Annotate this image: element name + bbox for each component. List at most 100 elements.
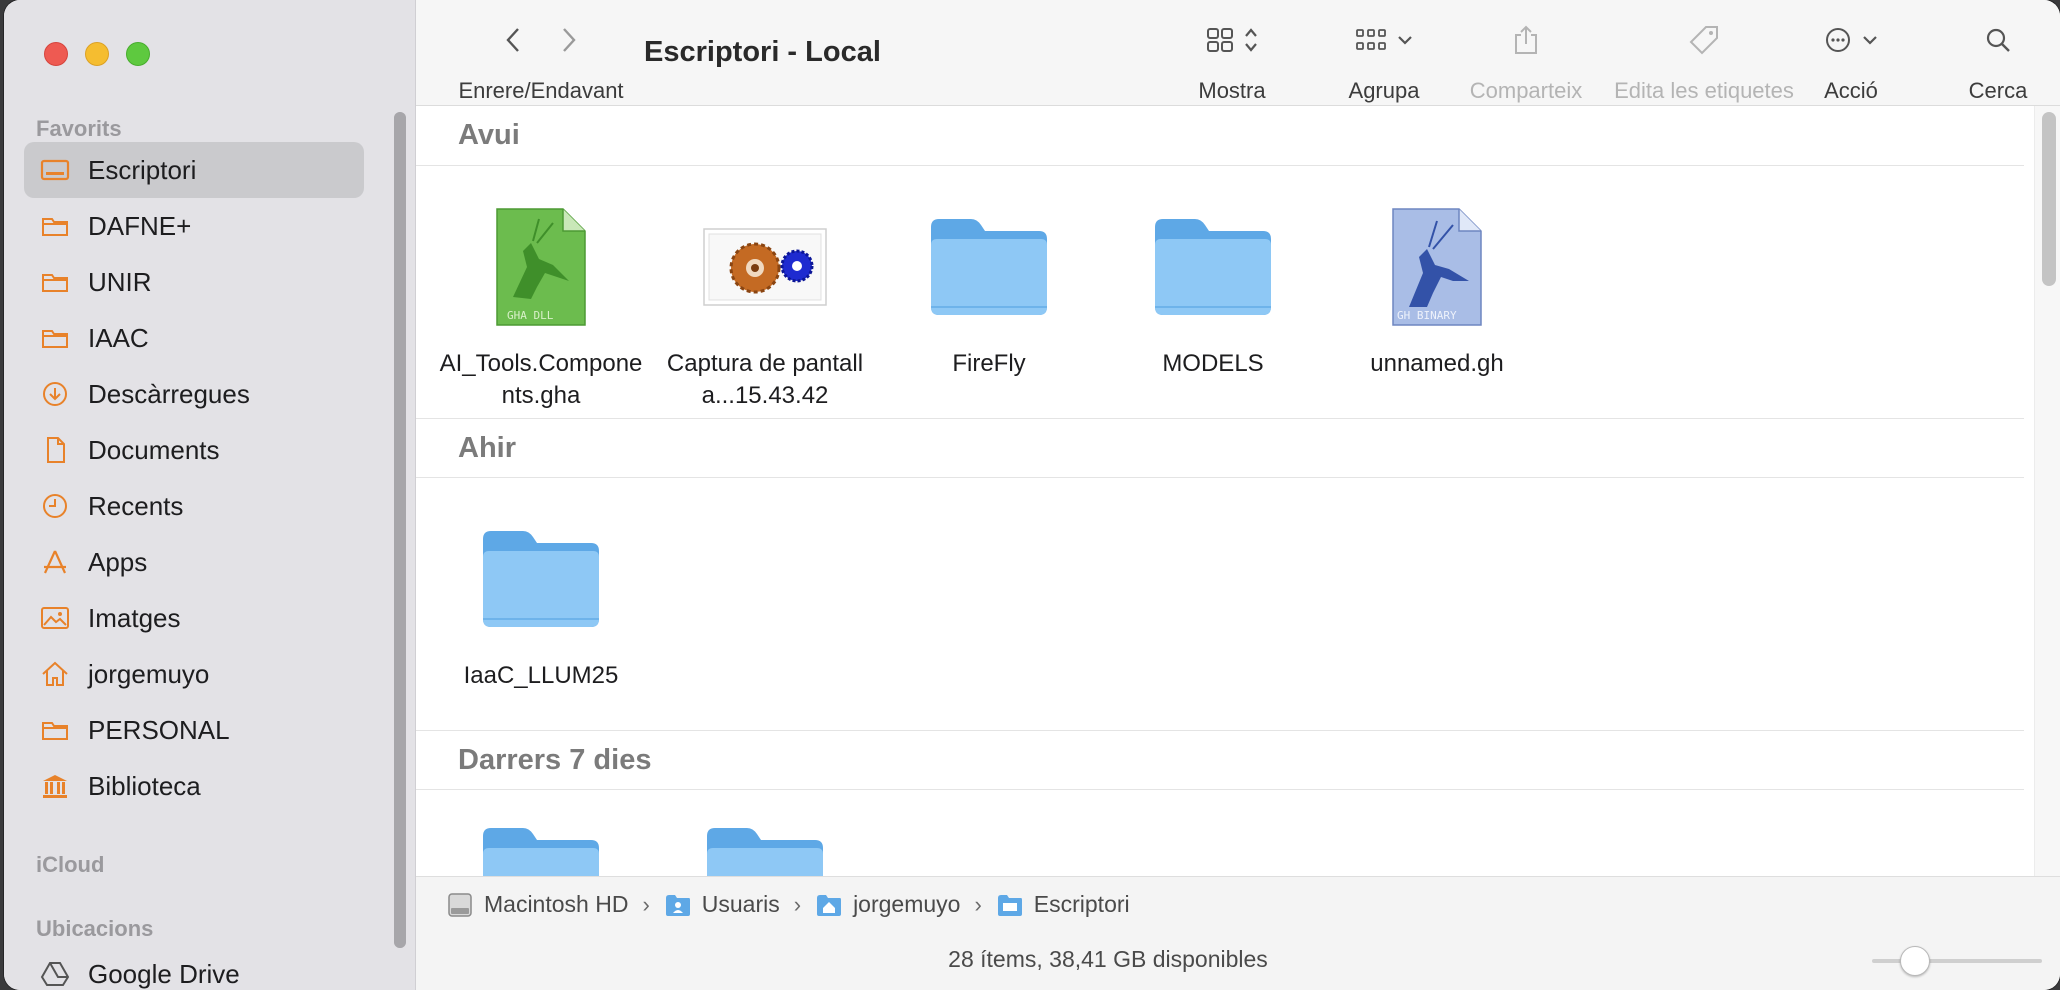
- file-item[interactable]: [660, 824, 870, 876]
- content-scrollbar-thumb[interactable]: [2042, 112, 2056, 286]
- share-button[interactable]: Comparteix: [1446, 16, 1606, 104]
- sidebar-item-library[interactable]: Biblioteca: [24, 758, 364, 814]
- chevron-down-icon: [1863, 36, 1877, 45]
- home-icon: [40, 659, 70, 689]
- group-header-yesterday[interactable]: Ahir: [416, 418, 2024, 478]
- svg-text:GHA DLL: GHA DLL: [507, 309, 554, 322]
- document-icon: [40, 435, 70, 465]
- file-item[interactable]: IaaC_LLUM25: [436, 514, 646, 692]
- grid-view-icon: [1207, 28, 1233, 52]
- path-crumb-label: Macintosh HD: [484, 891, 629, 917]
- group-button[interactable]: Agrupa: [1324, 16, 1444, 104]
- sidebar-scrollbar-thumb[interactable]: [394, 112, 406, 948]
- apps-icon: [40, 547, 70, 577]
- path-crumb-desktop[interactable]: Escriptori: [996, 891, 1130, 918]
- path-crumb-home[interactable]: jorgemuyo: [815, 891, 960, 918]
- gha-file-icon: GHA DLL: [476, 202, 606, 332]
- google-drive-icon: [40, 959, 70, 989]
- file-item[interactable]: GHA DLL AI_Tools.Components.gha: [436, 202, 646, 412]
- desktop-folder-icon: [997, 894, 1022, 916]
- svg-text:GH BINARY: GH BINARY: [1397, 309, 1457, 322]
- folder-icon: [40, 267, 70, 297]
- finder-window: Favorits Escriptori DAFNE+ UNIR IAAC Des…: [4, 0, 2060, 990]
- sidebar-heading-locations[interactable]: Ubicacions: [36, 916, 153, 942]
- tag-icon: [1689, 26, 1718, 55]
- sidebar-item-escriptori[interactable]: Escriptori: [24, 142, 364, 198]
- gh-file-icon: GH BINARY: [1372, 202, 1502, 332]
- close-window-button[interactable]: [44, 42, 68, 66]
- file-item[interactable]: [436, 824, 646, 876]
- sidebar-item-images[interactable]: Imatges: [24, 590, 364, 646]
- path-crumb-macintosh-hd[interactable]: Macintosh HD: [446, 891, 628, 918]
- chevron-right-icon: ›: [642, 891, 650, 917]
- folder-icon: [476, 824, 606, 876]
- sidebar-item-label: Biblioteca: [88, 770, 201, 801]
- sidebar-item-google-drive[interactable]: Google Drive: [24, 946, 364, 990]
- sidebar-locations-list: Google Drive: [24, 946, 364, 990]
- path-crumb-label: Escriptori: [1033, 891, 1130, 917]
- file-item[interactable]: Captura de pantalla...15.43.42: [660, 202, 870, 412]
- sidebar-heading-favorites[interactable]: Favorits: [36, 116, 122, 142]
- search-button[interactable]: Cerca: [1948, 16, 2048, 104]
- sidebar-item-label: PERSONAL: [88, 714, 230, 745]
- folder-icon: [40, 211, 70, 241]
- minimize-window-button[interactable]: [85, 42, 109, 66]
- back-forward-label: Enrere/Endavant: [458, 78, 624, 103]
- desktop-icon: [40, 155, 70, 185]
- zoom-window-button[interactable]: [126, 42, 150, 66]
- file-item[interactable]: MODELS: [1108, 202, 1318, 380]
- group-header-today[interactable]: Avui: [416, 106, 2024, 166]
- content-scrollbar[interactable]: [2034, 106, 2060, 876]
- edit-tags-label: Edita les etiquetes: [1614, 78, 1794, 103]
- users-folder-icon: [665, 894, 690, 916]
- view-label: Mostra: [1198, 78, 1266, 103]
- file-item[interactable]: GH BINARY unnamed.gh: [1332, 202, 1542, 380]
- file-item[interactable]: FireFly: [884, 202, 1094, 380]
- sidebar: Favorits Escriptori DAFNE+ UNIR IAAC Des…: [4, 0, 416, 990]
- group-label: Agrupa: [1348, 78, 1420, 103]
- clock-icon: [40, 491, 70, 521]
- sidebar-item-label: Google Drive: [88, 958, 240, 989]
- toolbar: Enrere/Endavant Escriptori - Local Mostr…: [416, 0, 2060, 106]
- ellipsis-circle-icon: [1826, 28, 1850, 52]
- file-browser: Avui GHA DLL AI_Tools.Components.gha Cap…: [416, 106, 2060, 876]
- home-folder-icon: [817, 894, 842, 916]
- chevron-updown-icon: [1245, 28, 1257, 52]
- sidebar-heading-icloud[interactable]: iCloud: [36, 852, 104, 878]
- screenshot-thumbnail: [700, 202, 830, 332]
- sidebar-item-unir[interactable]: UNIR: [24, 254, 364, 310]
- sidebar-item-downloads[interactable]: Descàrregues: [24, 366, 364, 422]
- file-name: FireFly: [952, 350, 1026, 377]
- status-bar: 28 ítems, 38,41 GB disponibles: [416, 932, 2060, 990]
- path-bar: Macintosh HD › Usuaris › jorgemuyo › Esc…: [416, 876, 2060, 932]
- sidebar-item-label: IAAC: [88, 322, 149, 353]
- icon-size-slider[interactable]: [1872, 959, 2042, 963]
- chevron-left-icon[interactable]: [505, 26, 521, 54]
- edit-tags-button[interactable]: Edita les etiquetes: [1594, 16, 1814, 104]
- sidebar-scrollbar[interactable]: [394, 112, 406, 948]
- file-name: Captura de pantalla...15.43.42: [666, 350, 864, 409]
- view-button[interactable]: Mostra: [1172, 16, 1292, 104]
- sidebar-item-recents[interactable]: Recents: [24, 478, 364, 534]
- sidebar-item-iaac[interactable]: IAAC: [24, 310, 364, 366]
- action-button[interactable]: Acció: [1796, 16, 1906, 104]
- photo-icon: [40, 603, 70, 633]
- group-header-last-7-days[interactable]: Darrers 7 dies: [416, 730, 2024, 790]
- sidebar-item-dafne[interactable]: DAFNE+: [24, 198, 364, 254]
- search-icon: [1986, 28, 2010, 52]
- folder-icon: [476, 514, 606, 644]
- sidebar-item-label: DAFNE+: [88, 210, 192, 241]
- path-crumb-users[interactable]: Usuaris: [664, 891, 780, 918]
- sidebar-item-apps[interactable]: Apps: [24, 534, 364, 590]
- path-crumb-label: Usuaris: [701, 891, 780, 917]
- icon-size-slider-knob[interactable]: [1900, 946, 1930, 976]
- sidebar-item-documents[interactable]: Documents: [24, 422, 364, 478]
- status-text: 28 ítems, 38,41 GB disponibles: [948, 946, 1268, 972]
- sidebar-item-home[interactable]: jorgemuyo: [24, 646, 364, 702]
- sidebar-item-label: Descàrregues: [88, 378, 250, 409]
- back-forward-button[interactable]: Enrere/Endavant: [446, 16, 636, 104]
- sidebar-item-personal[interactable]: PERSONAL: [24, 702, 364, 758]
- sidebar-item-label: Apps: [88, 546, 148, 577]
- file-name: AI_Tools.Components.gha: [439, 350, 643, 409]
- chevron-right-icon[interactable]: [561, 26, 577, 54]
